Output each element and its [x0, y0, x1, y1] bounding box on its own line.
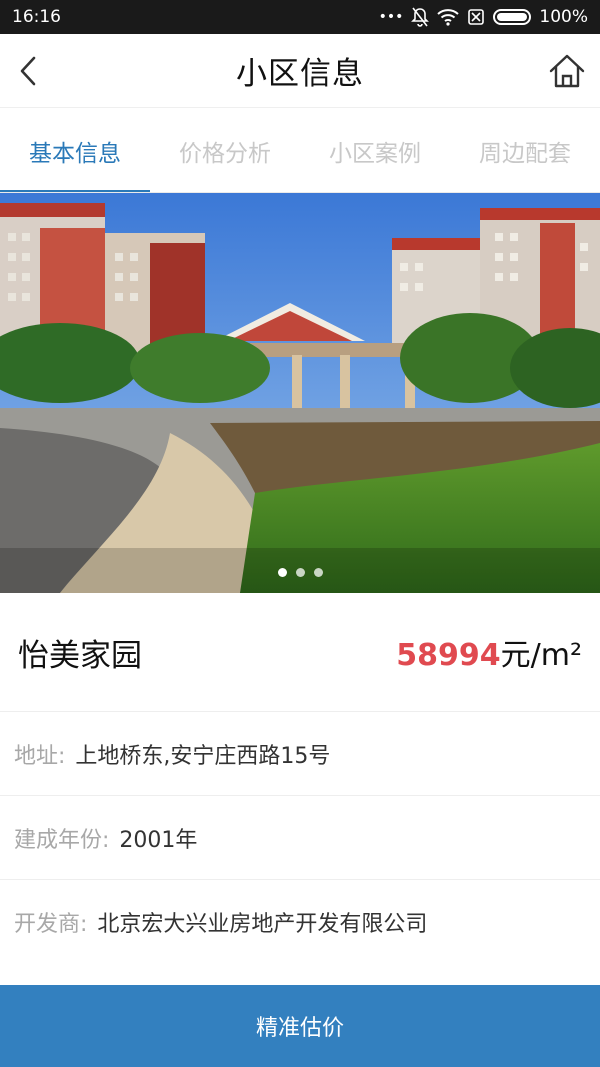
- tab-community-cases[interactable]: 小区案例: [300, 108, 450, 194]
- tab-bar: 基本信息 价格分析 小区案例 周边配套: [0, 108, 600, 194]
- community-photo: [0, 193, 600, 593]
- community-price: 58994元/m²: [396, 630, 582, 674]
- tab-price-analysis[interactable]: 价格分析: [150, 108, 300, 194]
- carousel-dot[interactable]: [277, 568, 287, 577]
- battery-icon: [493, 9, 532, 25]
- more-dots: •••: [378, 9, 404, 25]
- community-name: 怡美家园: [18, 637, 142, 674]
- no-sim-icon: [467, 7, 485, 27]
- carousel-dots: [0, 568, 600, 577]
- carousel-dot[interactable]: [313, 568, 323, 577]
- photo-carousel[interactable]: [0, 193, 600, 593]
- address-value: 上地桥东,安宁庄西路15号: [75, 743, 331, 769]
- back-button[interactable]: [6, 46, 50, 96]
- carousel-dot[interactable]: [295, 568, 305, 577]
- bell-muted-icon: [411, 7, 430, 27]
- status-time: 16:16: [12, 7, 61, 27]
- status-bar: 16:16 ••• 100%: [0, 0, 600, 34]
- home-button[interactable]: [544, 46, 590, 96]
- tab-surroundings[interactable]: 周边配套: [450, 108, 600, 194]
- build-year-row: 建成年份: 2001年: [0, 795, 600, 879]
- app-header: 小区信息: [0, 34, 600, 108]
- price-unit: 元/m²: [500, 638, 582, 673]
- community-info: 怡美家园 58994元/m² 地址: 上地桥东,安宁庄西路15号 建成年份: 2…: [0, 593, 600, 963]
- price-value: 58994: [396, 638, 501, 673]
- address-row: 地址: 上地桥东,安宁庄西路15号: [0, 711, 600, 795]
- battery-percent: 100%: [539, 7, 588, 27]
- status-icons: ••• 100%: [379, 7, 588, 27]
- wifi-icon: [437, 7, 460, 27]
- precise-valuation-button[interactable]: 精准估价: [0, 985, 600, 1067]
- address-label: 地址:: [14, 743, 66, 769]
- chevron-left-icon: [20, 56, 36, 86]
- developer-label: 开发商:: [14, 911, 88, 937]
- build-year-value: 2001年: [119, 827, 198, 853]
- home-icon: [549, 54, 585, 88]
- build-year-label: 建成年份:: [14, 827, 110, 853]
- name-price-row: 怡美家园 58994元/m²: [0, 593, 600, 711]
- tab-basic-info[interactable]: 基本信息: [0, 108, 150, 194]
- developer-value: 北京宏大兴业房地产开发有限公司: [97, 911, 428, 937]
- page-title: 小区信息: [236, 56, 364, 92]
- developer-row: 开发商: 北京宏大兴业房地产开发有限公司: [0, 879, 600, 963]
